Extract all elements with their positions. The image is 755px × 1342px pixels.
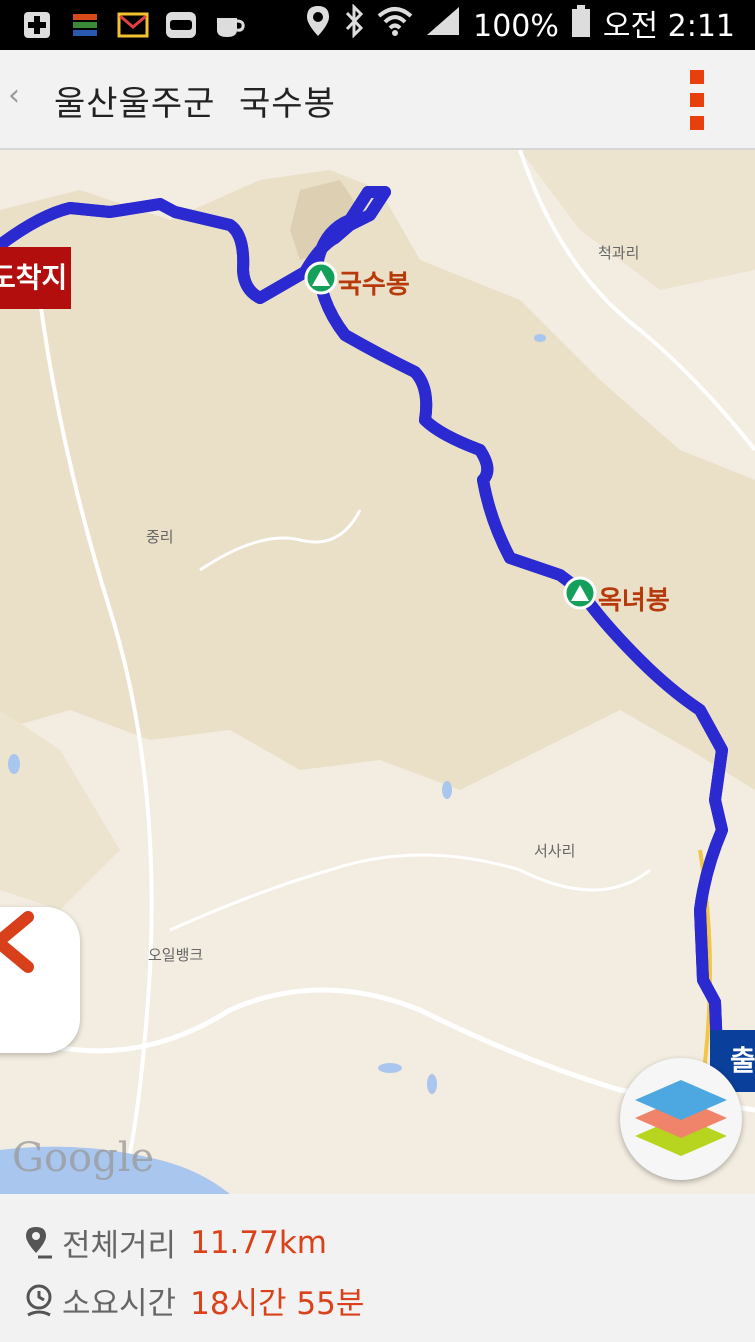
battery-percent: 100% — [473, 9, 559, 44]
place-label: 오일뱅크 — [148, 946, 204, 964]
distance-icon — [26, 1226, 52, 1258]
more-vert-icon[interactable] — [679, 70, 715, 134]
time-label: 소요시간 — [62, 1286, 177, 1322]
wifi-icon — [377, 5, 413, 49]
time-row: 소요시간 18시간 55분 — [24, 1278, 364, 1323]
page-title: 울산울주군 국수봉 — [54, 84, 336, 124]
distance-row: 전체거리 11.77km — [24, 1220, 327, 1265]
time-value: 18시간 55분 — [190, 1286, 365, 1322]
arrival-marker[interactable]: 도착지 — [0, 247, 71, 309]
place-label: 척과리 — [598, 244, 640, 262]
battery-icon — [571, 4, 591, 50]
peak-label: 국수봉 — [338, 270, 410, 300]
location-icon — [305, 4, 331, 50]
peak-marker-oknyeo[interactable] — [563, 576, 597, 610]
mail-icon — [116, 8, 150, 42]
distance-label: 전체거리 — [62, 1228, 177, 1264]
notification-icons — [20, 8, 246, 42]
bluetooth-icon — [343, 3, 365, 50]
app-bar: ‹ 울산울주군 국수봉 — [0, 50, 755, 150]
place-label: 중리 — [146, 528, 174, 546]
google-attribution: Google — [12, 1135, 155, 1181]
chevron-left-icon — [0, 911, 34, 973]
band-icon — [164, 8, 198, 42]
layers-icon — [635, 1080, 727, 1156]
route-summary: 전체거리 11.77km 소요시간 18시간 55분 — [0, 1194, 755, 1342]
signal-icon — [425, 5, 461, 49]
time-icon — [26, 1284, 52, 1316]
back-button[interactable]: ‹ — [8, 78, 20, 113]
distance-value: 11.77km — [190, 1224, 327, 1261]
place-label: 서사리 — [534, 842, 576, 860]
peak-marker-gooksu[interactable] — [304, 261, 338, 295]
app-icon — [68, 8, 102, 42]
coffee-icon — [212, 8, 246, 42]
layers-button[interactable] — [620, 1058, 742, 1180]
map-view[interactable]: 국수봉 옥녀봉 척과리 중리 서사리 오일뱅크 도착지 출 Google — [0, 150, 755, 1194]
side-back-button[interactable] — [0, 907, 80, 1053]
clock: 오전 2:11 — [602, 9, 735, 44]
status-bar: 100% 오전 2:11 — [0, 0, 755, 50]
peak-label: 옥녀봉 — [598, 586, 670, 616]
map-canvas — [0, 150, 755, 1194]
plus-box-icon — [20, 8, 54, 42]
